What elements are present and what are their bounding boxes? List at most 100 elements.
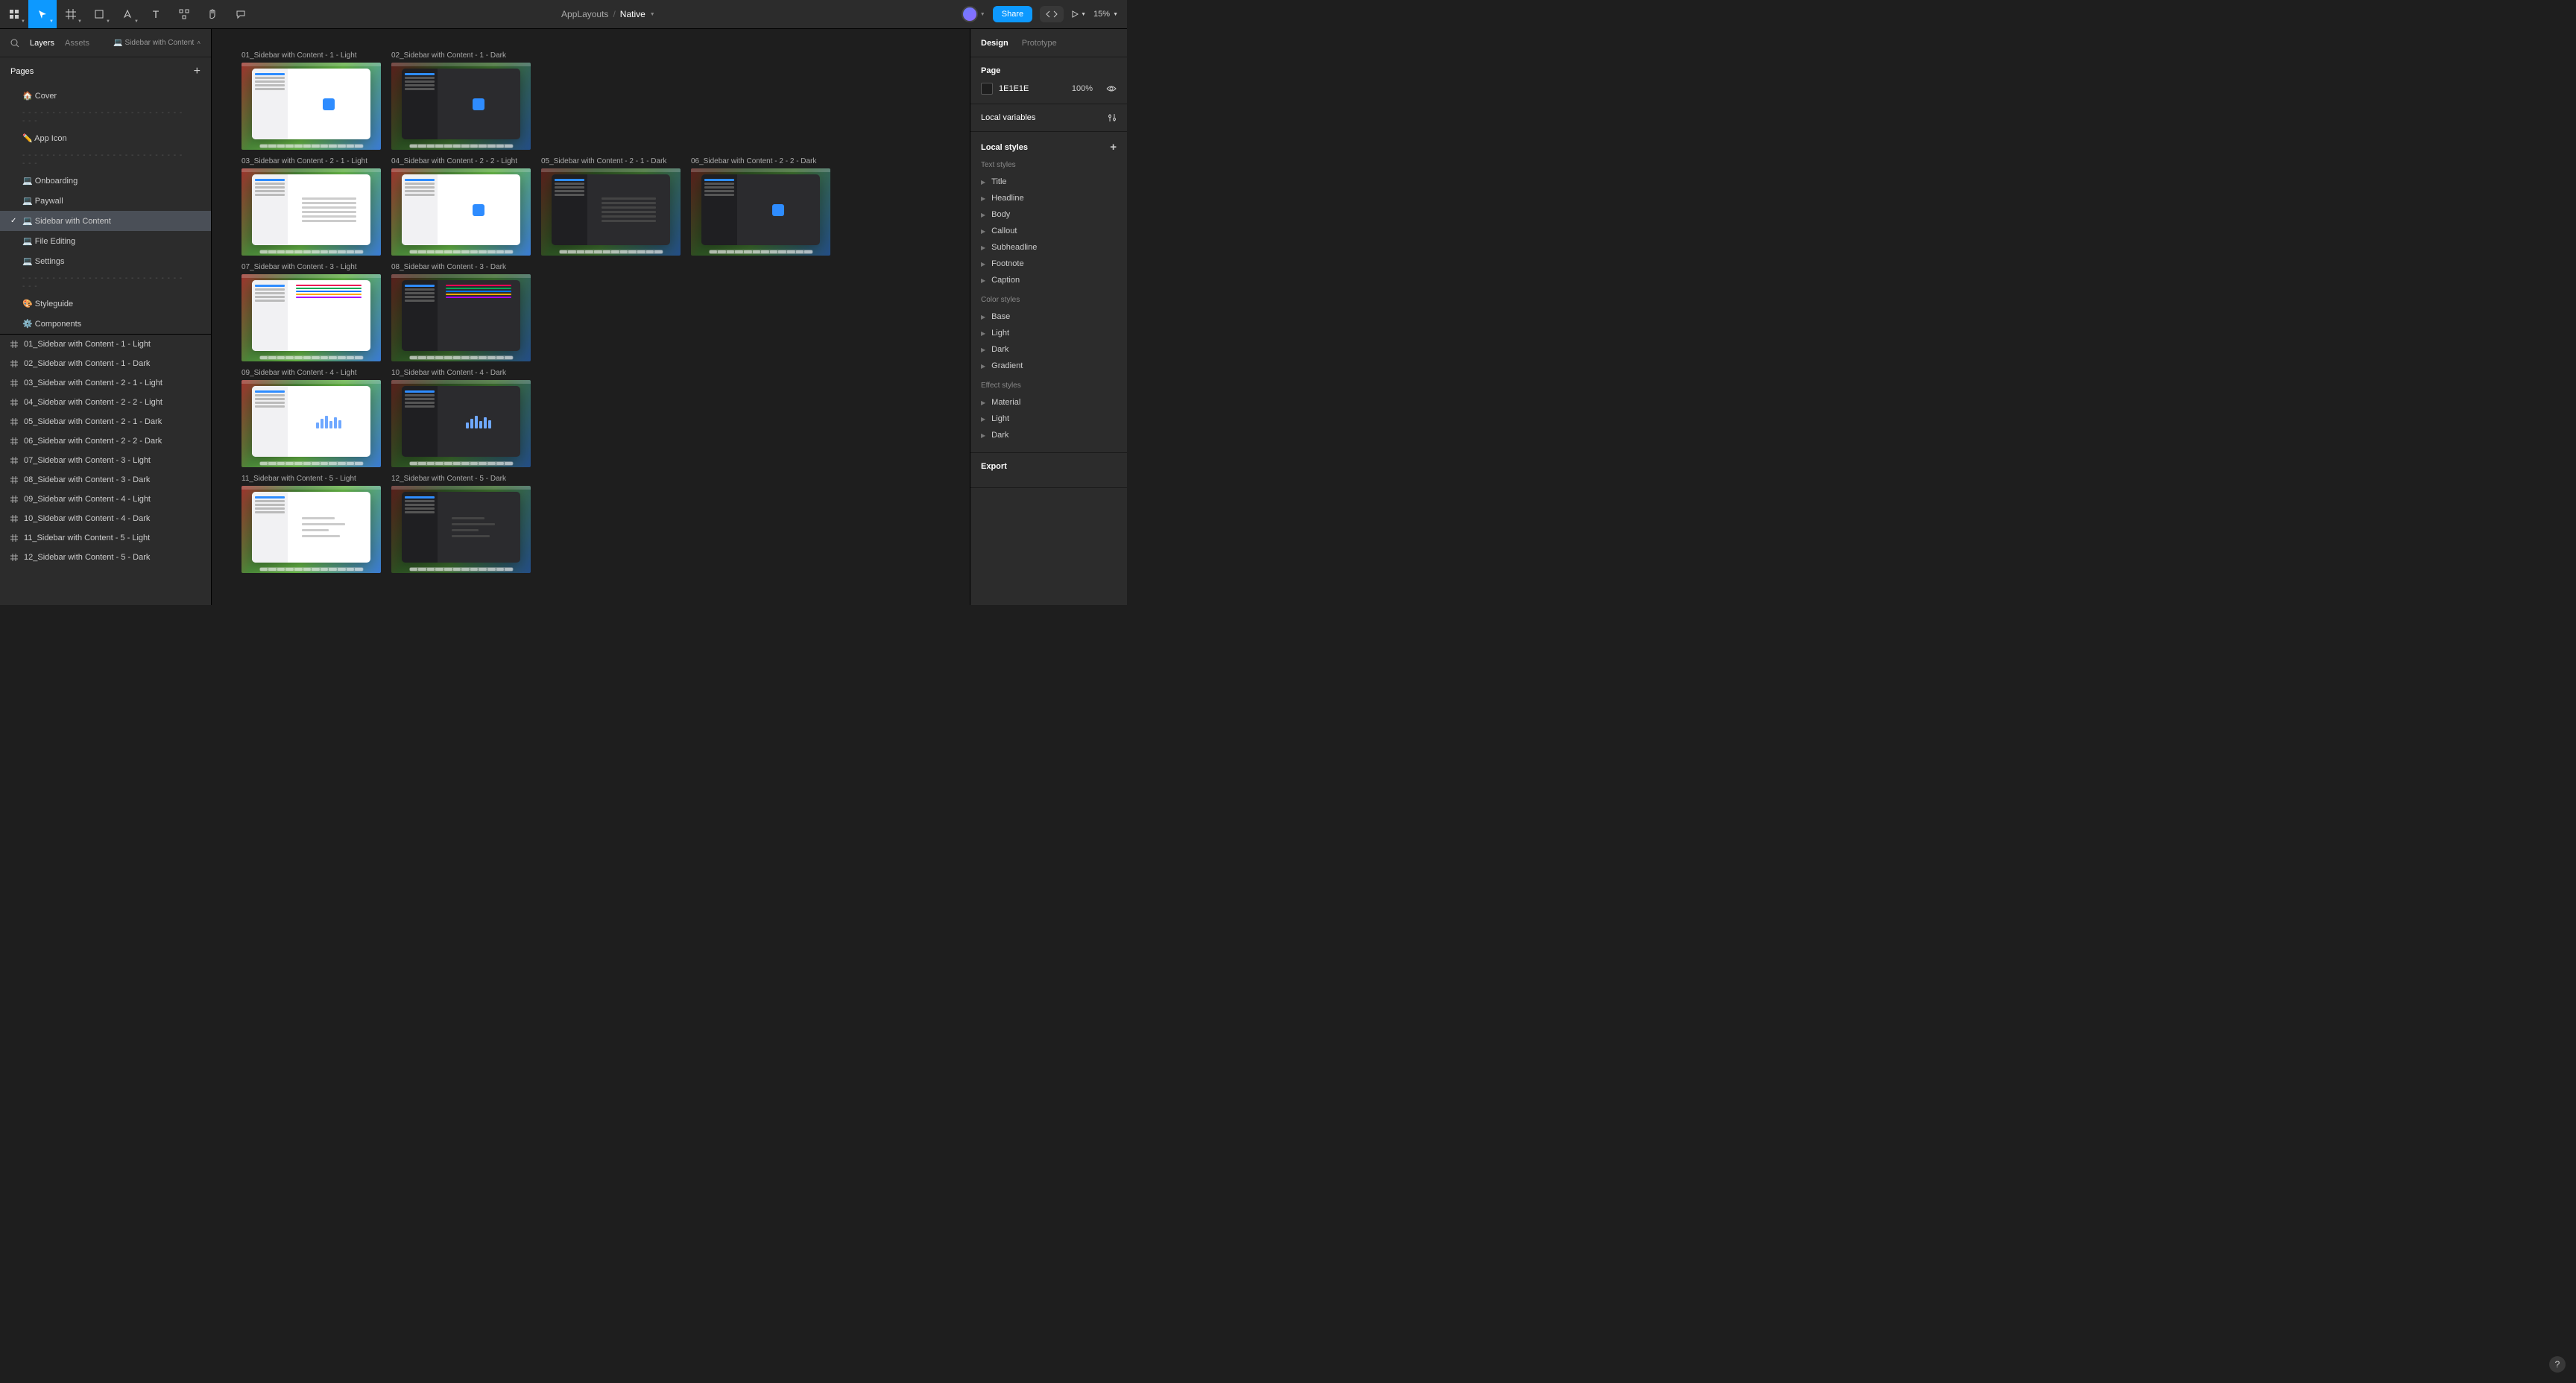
frames-list: 01_Sidebar with Content - 1 - Light02_Si… <box>0 334 211 605</box>
frame-layer-item[interactable]: 04_Sidebar with Content - 2 - 2 - Light <box>0 393 211 412</box>
canvas-frame[interactable]: 05_Sidebar with Content - 2 - 1 - Dark <box>541 157 681 256</box>
dev-mode-button[interactable] <box>1040 6 1064 22</box>
page-item[interactable]: 💻 Sidebar with Content <box>0 211 211 231</box>
pages-heading: Pages <box>10 67 34 76</box>
folder-name: AppLayouts <box>561 9 608 19</box>
avatar-menu[interactable]: ▼ <box>962 6 985 22</box>
frame-icon <box>10 476 18 484</box>
frame-layer-item[interactable]: 09_Sidebar with Content - 4 - Light <box>0 490 211 509</box>
color-style-item[interactable]: ▶Light <box>981 325 1117 341</box>
canvas-frame[interactable]: 08_Sidebar with Content - 3 - Dark <box>391 263 531 361</box>
page-separator: - - - - - - - - - - - - - - - - - - - - … <box>0 148 211 171</box>
page-item[interactable]: 🏠 Cover <box>0 86 211 106</box>
frame-layer-item[interactable]: 11_Sidebar with Content - 5 - Light <box>0 528 211 548</box>
canvas-frame[interactable]: 09_Sidebar with Content - 4 - Light <box>242 369 381 467</box>
page-item[interactable]: 💻 Settings <box>0 251 211 271</box>
frame-label: 08_Sidebar with Content - 3 - Dark <box>391 263 531 271</box>
text-style-item[interactable]: ▶Headline <box>981 190 1117 206</box>
effect-style-item[interactable]: ▶Dark <box>981 427 1117 443</box>
frame-layer-item[interactable]: 05_Sidebar with Content - 2 - 1 - Dark <box>0 412 211 431</box>
frame-layer-item[interactable]: 03_Sidebar with Content - 2 - 1 - Light <box>0 373 211 393</box>
canvas-frame[interactable]: 03_Sidebar with Content - 2 - 1 - Light <box>242 157 381 256</box>
zoom-menu[interactable]: 15%▼ <box>1093 10 1118 19</box>
page-item[interactable]: 💻 Paywall <box>0 191 211 211</box>
page-breadcrumb[interactable]: 💻 Sidebar with Content ˄ <box>113 39 201 47</box>
shape-tool[interactable]: ▼ <box>85 0 113 28</box>
frame-label: 06_Sidebar with Content - 2 - 2 - Dark <box>691 157 830 165</box>
frame-icon <box>10 554 18 561</box>
chevron-right-icon: ▶ <box>981 261 985 268</box>
visibility-icon[interactable] <box>1106 85 1117 92</box>
canvas-frame[interactable]: 12_Sidebar with Content - 5 - Dark <box>391 475 531 573</box>
frame-layer-item[interactable]: 10_Sidebar with Content - 4 - Dark <box>0 509 211 528</box>
frame-icon <box>10 418 18 425</box>
add-page-icon[interactable]: + <box>194 65 201 78</box>
color-style-item[interactable]: ▶Base <box>981 308 1117 325</box>
canvas-frame[interactable]: 01_Sidebar with Content - 1 - Light <box>242 51 381 150</box>
add-style-icon[interactable]: + <box>1110 141 1117 154</box>
move-tool[interactable]: ▼ <box>28 0 57 28</box>
effect-styles-heading: Effect styles <box>981 382 1117 390</box>
canvas-frame[interactable]: 04_Sidebar with Content - 2 - 2 - Light <box>391 157 531 256</box>
frame-label: 05_Sidebar with Content - 2 - 1 - Dark <box>541 157 681 165</box>
frame-thumbnail <box>391 380 531 467</box>
frame-thumbnail <box>242 63 381 150</box>
text-style-item[interactable]: ▶Callout <box>981 223 1117 239</box>
document-title[interactable]: AppLayouts / Native ▼ <box>255 9 962 19</box>
frame-layer-item[interactable]: 12_Sidebar with Content - 5 - Dark <box>0 548 211 567</box>
text-style-item[interactable]: ▶Subheadline <box>981 239 1117 256</box>
effect-style-item[interactable]: ▶Material <box>981 394 1117 411</box>
local-variables-title: Local variables <box>981 113 1035 122</box>
frame-tool[interactable]: ▼ <box>57 0 85 28</box>
frame-layer-item[interactable]: 06_Sidebar with Content - 2 - 2 - Dark <box>0 431 211 451</box>
resources-tool[interactable] <box>170 0 198 28</box>
background-color-row[interactable]: 1E1E1E 100% <box>981 83 1117 95</box>
comment-tool[interactable] <box>227 0 255 28</box>
background-swatch <box>981 83 993 95</box>
design-tab[interactable]: Design <box>981 39 1008 48</box>
local-styles-title: Local styles <box>981 143 1028 152</box>
color-style-item[interactable]: ▶Gradient <box>981 358 1117 374</box>
pen-tool[interactable]: ▼ <box>113 0 142 28</box>
text-styles-heading: Text styles <box>981 161 1117 169</box>
canvas-frame[interactable]: 11_Sidebar with Content - 5 - Light <box>242 475 381 573</box>
frame-thumbnail <box>242 274 381 361</box>
search-icon[interactable] <box>10 39 19 48</box>
frame-layer-item[interactable]: 07_Sidebar with Content - 3 - Light <box>0 451 211 470</box>
text-tool[interactable]: T <box>142 0 170 28</box>
page-item[interactable]: 🎨 Styleguide <box>0 294 211 314</box>
help-button[interactable]: ? <box>2549 1356 2566 1373</box>
frame-layer-item[interactable]: 02_Sidebar with Content - 1 - Dark <box>0 354 211 373</box>
main-menu-button[interactable]: ▼ <box>0 0 28 28</box>
text-style-item[interactable]: ▶Title <box>981 174 1117 190</box>
page-item[interactable]: 💻 File Editing <box>0 231 211 251</box>
page-item[interactable]: ✏️ App Icon <box>0 128 211 148</box>
page-item[interactable]: 💻 Onboarding <box>0 171 211 191</box>
text-style-item[interactable]: ▶Body <box>981 206 1117 223</box>
color-style-item[interactable]: ▶Dark <box>981 341 1117 358</box>
page-separator: - - - - - - - - - - - - - - - - - - - - … <box>0 106 211 128</box>
frame-icon <box>10 515 18 522</box>
frame-layer-item[interactable]: 08_Sidebar with Content - 3 - Dark <box>0 470 211 490</box>
variables-settings-icon[interactable] <box>1108 113 1117 122</box>
page-item[interactable]: ⚙️ Components <box>0 314 211 334</box>
frame-icon <box>10 341 18 348</box>
canvas-frame[interactable]: 10_Sidebar with Content - 4 - Dark <box>391 369 531 467</box>
canvas-frame[interactable]: 02_Sidebar with Content - 1 - Dark <box>391 51 531 150</box>
frame-label: 09_Sidebar with Content - 4 - Light <box>242 369 381 377</box>
present-button[interactable]: ▼ <box>1071 10 1086 18</box>
prototype-tab[interactable]: Prototype <box>1022 39 1057 48</box>
chevron-right-icon: ▶ <box>981 244 985 251</box>
chevron-right-icon: ▶ <box>981 330 985 337</box>
frame-layer-item[interactable]: 01_Sidebar with Content - 1 - Light <box>0 335 211 354</box>
assets-tab[interactable]: Assets <box>65 39 89 48</box>
text-style-item[interactable]: ▶Caption <box>981 272 1117 288</box>
canvas-frame[interactable]: 06_Sidebar with Content - 2 - 2 - Dark <box>691 157 830 256</box>
effect-style-item[interactable]: ▶Light <box>981 411 1117 427</box>
layers-tab[interactable]: Layers <box>30 39 54 48</box>
canvas-frame[interactable]: 07_Sidebar with Content - 3 - Light <box>242 263 381 361</box>
share-button[interactable]: Share <box>993 6 1032 22</box>
text-style-item[interactable]: ▶Footnote <box>981 256 1117 272</box>
hand-tool[interactable] <box>198 0 227 28</box>
canvas[interactable]: 01_Sidebar with Content - 1 - Light02_Si… <box>212 29 970 605</box>
